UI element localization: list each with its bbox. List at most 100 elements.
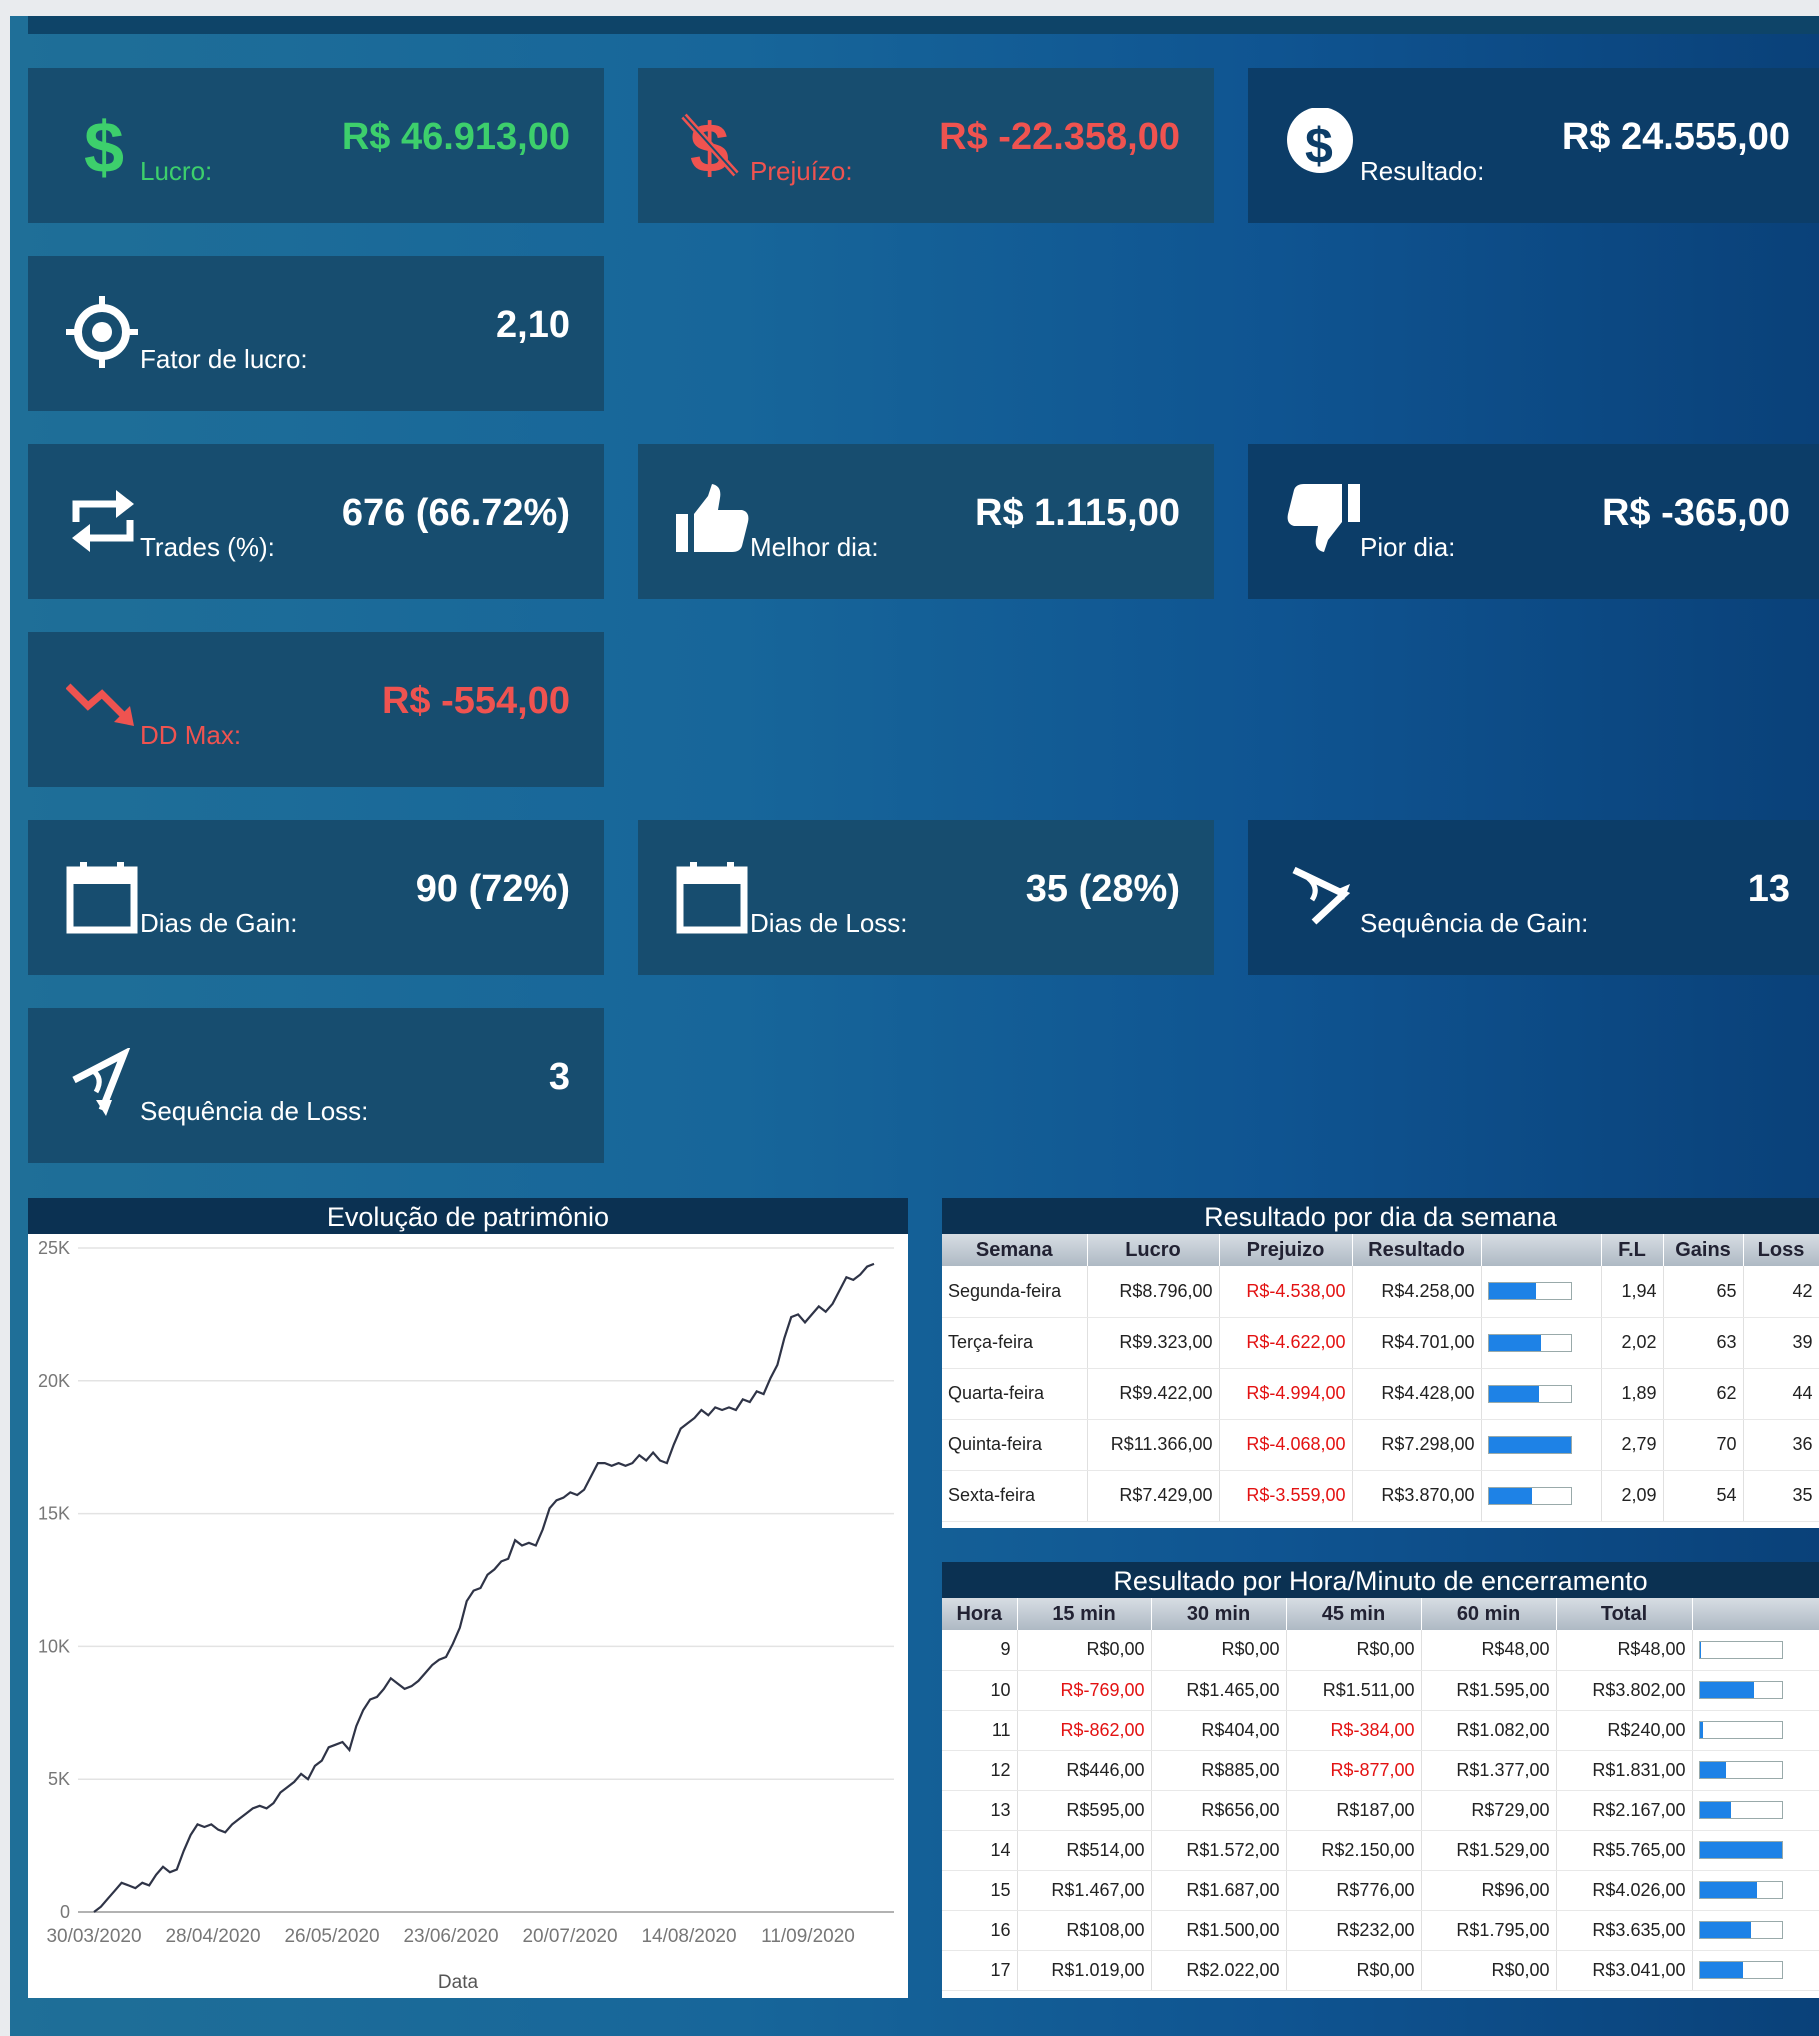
weekday-day: Segunda-feira xyxy=(942,1266,1088,1318)
x-tick-label: 26/05/2020 xyxy=(284,1926,379,1947)
hourly-total-bar-cell xyxy=(1692,1910,1819,1951)
hourly-total-bar-cell xyxy=(1692,1710,1819,1751)
card-lucro: $ Lucro: R$ 46.913,00 xyxy=(28,68,604,223)
weekday-prejuizo: R$-4.538,00 xyxy=(1219,1266,1353,1318)
hourly-hora: 15 xyxy=(942,1870,1018,1911)
weekday-result-bar xyxy=(1487,1333,1572,1352)
hourly-m30: R$0,00 xyxy=(1151,1630,1287,1671)
hourly-m30: R$404,00 xyxy=(1151,1710,1287,1751)
weekday-loss: 36 xyxy=(1743,1419,1819,1471)
bar-fill xyxy=(1699,1762,1726,1778)
hourly-m15: R$514,00 xyxy=(1017,1830,1152,1871)
hourly-m45: R$-384,00 xyxy=(1286,1710,1422,1751)
hourly-hora: 10 xyxy=(942,1670,1018,1711)
hourly-m30: R$1.687,00 xyxy=(1151,1870,1287,1911)
hourly-total: R$4.026,00 xyxy=(1556,1870,1693,1911)
card-label: Pior dia: xyxy=(1360,532,1456,562)
weekday-title: Resultado por dia da semana xyxy=(942,1198,1819,1234)
weekday-result-bar xyxy=(1487,1282,1572,1301)
hourly-m60: R$1.795,00 xyxy=(1421,1910,1557,1951)
hourly-header: 60 min xyxy=(1421,1598,1557,1630)
hourly-panel: Resultado por Hora/Minuto de encerrament… xyxy=(942,1562,1819,1998)
hourly-m60: R$1.529,00 xyxy=(1421,1830,1557,1871)
table-row: 11 R$-862,00 R$404,00 R$-384,00 R$1.082,00 R$… xyxy=(942,1710,1819,1751)
hourly-m30: R$1.500,00 xyxy=(1151,1910,1287,1951)
card-label: Dias de Loss: xyxy=(750,908,908,938)
hourly-m45: R$-877,00 xyxy=(1286,1750,1422,1791)
card-value: 3 xyxy=(548,1056,570,1098)
card-label: Trades (%): xyxy=(140,532,275,562)
hourly-total-bar xyxy=(1698,1721,1783,1739)
hourly-total-bar-cell xyxy=(1692,1630,1819,1671)
weekday-result-bar-cell xyxy=(1481,1470,1602,1522)
card-trades: Trades (%): 676 (66.72%) xyxy=(28,444,604,599)
top-strip xyxy=(28,16,1819,34)
card-melhor-dia: Melhor dia: R$ 1.115,00 xyxy=(638,444,1214,599)
hourly-hora: 12 xyxy=(942,1750,1018,1791)
weekday-loss: 35 xyxy=(1743,1470,1819,1522)
hourly-total-bar xyxy=(1698,1761,1783,1779)
x-axis-label: Data xyxy=(438,1972,479,1993)
x-tick-label: 23/06/2020 xyxy=(403,1926,498,1947)
hourly-m45: R$1.511,00 xyxy=(1286,1670,1422,1711)
card-value: 13 xyxy=(1747,868,1790,910)
repeat-icon xyxy=(66,484,140,558)
hourly-m15: R$-769,00 xyxy=(1017,1670,1152,1711)
card-value: 90 (72%) xyxy=(415,868,570,910)
weekday-day: Quarta-feira xyxy=(942,1368,1088,1420)
hourly-m30: R$885,00 xyxy=(1151,1750,1287,1791)
hourly-total-bar xyxy=(1698,1841,1783,1859)
card-resultado: $ Resultado: R$ 24.555,00 xyxy=(1248,68,1819,223)
hourly-total-bar xyxy=(1698,1640,1783,1659)
weekday-result-bar xyxy=(1487,1435,1572,1454)
card-value: R$ -22.358,00 xyxy=(939,116,1180,158)
weekday-day: Quinta-feira xyxy=(942,1419,1088,1471)
weekday-prejuizo: R$-4.068,00 xyxy=(1219,1419,1353,1471)
angle-down-icon xyxy=(66,1048,140,1122)
weekday-fl: 2,02 xyxy=(1601,1317,1664,1369)
weekday-lucro: R$8.796,00 xyxy=(1087,1266,1220,1318)
table-row: 15 R$1.467,00 R$1.687,00 R$776,00 R$96,00 R$4… xyxy=(942,1870,1819,1911)
weekday-header: Gains xyxy=(1663,1234,1744,1266)
hourly-m15: R$1.467,00 xyxy=(1017,1870,1152,1911)
weekday-day: Sexta-feira xyxy=(942,1470,1088,1522)
hourly-m15: R$446,00 xyxy=(1017,1750,1152,1791)
bar-fill xyxy=(1699,1802,1731,1818)
weekday-result-bar-cell xyxy=(1481,1368,1602,1420)
hourly-m45: R$0,00 xyxy=(1286,1630,1422,1671)
weekday-header: Resultado xyxy=(1352,1234,1482,1266)
hourly-total: R$2.167,00 xyxy=(1556,1790,1693,1831)
weekday-fl: 1,94 xyxy=(1601,1266,1664,1318)
weekday-fl: 2,09 xyxy=(1601,1470,1664,1522)
x-tick-label: 28/04/2020 xyxy=(165,1926,260,1947)
hourly-total-bar-cell xyxy=(1692,1670,1819,1711)
table-row: 14 R$514,00 R$1.572,00 R$2.150,00 R$1.529,00… xyxy=(942,1830,1819,1871)
bar-fill xyxy=(1488,1436,1571,1453)
weekday-fl: 2,79 xyxy=(1601,1419,1664,1471)
weekday-resultado: R$4.258,00 xyxy=(1352,1266,1482,1318)
table-row: Quinta-feira R$11.366,00 R$-4.068,00 R$7.29… xyxy=(942,1419,1819,1471)
weekday-lucro: R$9.422,00 xyxy=(1087,1368,1220,1420)
weekday-prejuizo: R$-4.994,00 xyxy=(1219,1368,1353,1420)
hourly-m15: R$108,00 xyxy=(1017,1910,1152,1951)
hourly-m60: R$1.082,00 xyxy=(1421,1710,1557,1751)
hourly-m60: R$96,00 xyxy=(1421,1870,1557,1911)
weekday-resultado: R$4.701,00 xyxy=(1352,1317,1482,1369)
weekday-day: Terça-feira xyxy=(942,1317,1088,1369)
table-row: Terça-feira R$9.323,00 R$-4.622,00 R$4.701,… xyxy=(942,1317,1819,1369)
card-value: R$ -554,00 xyxy=(381,680,570,722)
bar-fill xyxy=(1699,1842,1782,1858)
bar-fill xyxy=(1699,1882,1757,1898)
hourly-m45: R$187,00 xyxy=(1286,1790,1422,1831)
calendar-icon xyxy=(66,860,140,934)
weekday-header: Semana xyxy=(942,1234,1088,1266)
dollar-circle-icon: $ xyxy=(1286,108,1360,182)
hourly-hora: 14 xyxy=(942,1830,1018,1871)
card-dias-gain: Dias de Gain: 90 (72%) xyxy=(28,820,604,975)
hourly-total-bar-cell xyxy=(1692,1870,1819,1911)
table-row: 9 R$0,00 R$0,00 R$0,00 R$48,00 R$48,00 xyxy=(942,1630,1819,1671)
weekday-loss: 39 xyxy=(1743,1317,1819,1369)
hourly-m45: R$776,00 xyxy=(1286,1870,1422,1911)
bar-fill xyxy=(1699,1682,1754,1698)
card-value: R$ 24.555,00 xyxy=(1561,116,1790,158)
